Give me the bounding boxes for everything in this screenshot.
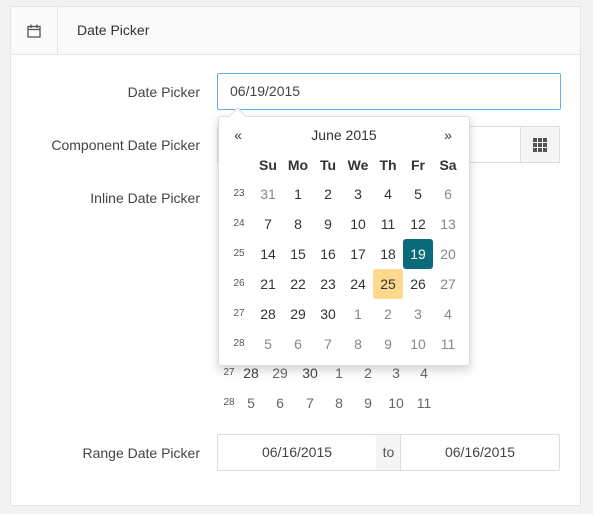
day-cell[interactable]: 28	[253, 299, 283, 329]
day-cell[interactable]: 11	[373, 209, 403, 239]
day-cell[interactable]: 21	[253, 269, 283, 299]
day-cell[interactable]: 10	[343, 209, 373, 239]
day-cell[interactable]: 27	[433, 269, 463, 299]
day-cell[interactable]: 30	[313, 299, 343, 329]
day-cell[interactable]: 6	[433, 179, 463, 209]
day-cell[interactable]: 29	[283, 299, 313, 329]
inline-day[interactable]: 6	[266, 388, 294, 418]
day-cell[interactable]: 7	[313, 329, 343, 359]
next-month-button[interactable]: »	[437, 122, 459, 148]
day-cell[interactable]: 14	[253, 239, 283, 269]
weekday-header: Fr	[411, 157, 425, 173]
day-cell[interactable]: 9	[373, 329, 403, 359]
day-cell[interactable]: 17	[343, 239, 373, 269]
inline-date-picker-label: Inline Date Picker	[90, 190, 200, 206]
month-year-switch[interactable]: June 2015	[279, 122, 409, 148]
day-cell[interactable]: 3	[343, 179, 373, 209]
card-header: Date Picker	[11, 7, 580, 55]
date-picker-input[interactable]: 06/19/2015	[217, 73, 561, 110]
range-end-input[interactable]: 06/16/2015	[400, 434, 560, 471]
day-cell[interactable]: 16	[313, 239, 343, 269]
day-cell[interactable]: 4	[433, 299, 463, 329]
component-date-picker-button[interactable]	[520, 126, 560, 163]
day-cell[interactable]: 2	[373, 299, 403, 329]
day-cell[interactable]: 1	[283, 179, 313, 209]
inline-day[interactable]: 5	[237, 388, 265, 418]
day-cell[interactable]: 26	[403, 269, 433, 299]
inline-week-number: 28	[223, 397, 235, 408]
card-title: Date Picker	[77, 22, 150, 38]
week-number: 23	[233, 188, 245, 199]
week-number: 25	[233, 248, 245, 259]
day-cell[interactable]: 6	[283, 329, 313, 359]
weekday-header: Sa	[439, 157, 457, 173]
day-cell[interactable]: 7	[253, 209, 283, 239]
weekday-header: Th	[379, 157, 397, 173]
day-cell[interactable]: 12	[403, 209, 433, 239]
prev-month-button[interactable]: «	[227, 122, 249, 148]
day-cell[interactable]: 3	[403, 299, 433, 329]
week-number: 27	[233, 308, 245, 319]
weekday-header: We	[347, 157, 369, 173]
day-cell[interactable]: 8	[343, 329, 373, 359]
weekday-header: Su	[259, 157, 277, 173]
inline-day[interactable]: 9	[354, 388, 382, 418]
day-cell[interactable]: 18	[373, 239, 403, 269]
day-cell[interactable]: 5	[403, 179, 433, 209]
day-cell[interactable]: 1	[343, 299, 373, 329]
inline-day[interactable]: 10	[382, 388, 410, 418]
day-cell[interactable]: 5	[253, 329, 283, 359]
header-icon-box	[11, 7, 58, 54]
date-picker-label: Date Picker	[127, 84, 200, 100]
week-number: 24	[233, 218, 245, 229]
weekday-header: Tu	[319, 157, 337, 173]
week-number: 28	[233, 338, 245, 349]
day-cell[interactable]: 11	[433, 329, 463, 359]
day-cell[interactable]: 8	[283, 209, 313, 239]
day-cell[interactable]: 20	[433, 239, 463, 269]
day-cell[interactable]: 13	[433, 209, 463, 239]
week-number: 26	[233, 278, 245, 289]
calendar-icon	[27, 24, 41, 38]
day-cell[interactable]: 31	[253, 179, 283, 209]
day-cell[interactable]: 22	[283, 269, 313, 299]
inline-day[interactable]: 7	[296, 388, 324, 418]
inline-day[interactable]: 11	[410, 388, 438, 418]
range-start-input[interactable]: 06/16/2015	[217, 434, 377, 471]
datepicker-popup: « June 2015 » Su Mo Tu We Th Fr Sa 23 31 1…	[218, 107, 470, 366]
range-date-picker-label: Range Date Picker	[82, 445, 200, 461]
range-separator: to	[376, 434, 401, 471]
weekday-header: Mo	[287, 157, 309, 173]
grid-icon	[533, 137, 547, 152]
day-cell[interactable]: 9	[313, 209, 343, 239]
day-cell[interactable]: 10	[403, 329, 433, 359]
day-cell-selected[interactable]: 19	[403, 239, 433, 269]
day-cell[interactable]: 24	[343, 269, 373, 299]
component-date-picker-label: Component Date Picker	[51, 137, 200, 153]
day-cell[interactable]: 23	[313, 269, 343, 299]
day-cell-today[interactable]: 25	[373, 269, 403, 299]
day-cell[interactable]: 2	[313, 179, 343, 209]
day-cell[interactable]: 15	[283, 239, 313, 269]
inline-day[interactable]: 8	[325, 388, 353, 418]
day-cell[interactable]: 4	[373, 179, 403, 209]
